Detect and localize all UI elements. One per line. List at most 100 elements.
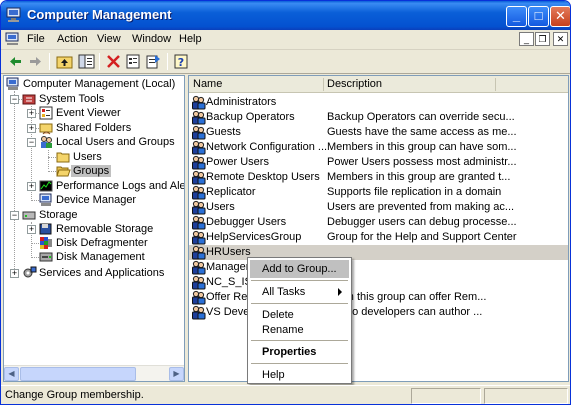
expand-toggle-removable-storage[interactable]: + <box>27 225 36 234</box>
delete-icon[interactable] <box>105 53 122 70</box>
context-menu: Add to Group... All Tasks Delete Rename … <box>247 257 352 384</box>
group-icon <box>192 275 206 290</box>
group-icon <box>192 260 206 275</box>
minus-icon: − <box>11 210 18 220</box>
menu-action[interactable]: Action <box>57 33 88 45</box>
group-description: Guests have the same access as me... <box>327 126 517 138</box>
toolbar: ? <box>1 50 570 74</box>
tree-connector <box>31 200 39 201</box>
group-description: Group for the Help and Support Center <box>327 231 517 243</box>
menu-file[interactable]: File <box>27 33 45 45</box>
system-menu-icon[interactable] <box>5 32 21 47</box>
console-tree-pane[interactable]: Computer Management (Local) − System Too… <box>3 75 185 382</box>
properties-icon[interactable] <box>125 53 142 70</box>
group-icon <box>192 110 206 125</box>
status-panel <box>484 388 568 404</box>
title-bar[interactable]: Computer Management _ □ ✕ <box>1 1 570 30</box>
table-row[interactable]: Replicator Supports file replication in a… <box>189 185 568 200</box>
storage-icon <box>22 211 36 220</box>
table-row[interactable]: Manager <box>189 260 568 275</box>
tree-item-label: Disk Defragmenter <box>56 237 148 249</box>
table-row[interactable]: Debugger Users Debugger users can debug p… <box>189 215 568 230</box>
menu-separator <box>251 340 348 341</box>
close-button[interactable]: ✕ <box>550 6 570 27</box>
mdi-minimize-button[interactable]: _ <box>519 32 534 46</box>
group-icon <box>192 170 206 185</box>
column-separator[interactable] <box>323 78 324 91</box>
disk-management-icon <box>39 252 53 262</box>
table-row[interactable]: HRUsers <box>189 245 568 260</box>
table-row[interactable]: Backup Operators Backup Operators can ove… <box>189 110 568 125</box>
group-icon <box>192 305 206 320</box>
tree-item-label: Removable Storage <box>56 223 154 235</box>
tree-item-label: Shared Folders <box>56 122 132 134</box>
mdi-close-button[interactable]: ✕ <box>553 32 568 46</box>
group-description: Members in this group are granted t... <box>327 171 511 183</box>
group-name: HelpServicesGroup <box>206 231 302 243</box>
table-row[interactable]: Remote Desktop Users Members in this grou… <box>189 170 568 185</box>
group-name: Administrators <box>206 96 277 108</box>
tree-item-label: Event Viewer <box>56 107 121 119</box>
group-name: Offer Re <box>206 291 248 303</box>
expand-toggle-shared-folders[interactable]: + <box>27 124 36 133</box>
group-name: Debugger Users <box>206 216 287 228</box>
scroll-right-button[interactable]: ▶ <box>169 367 184 381</box>
show-hide-tree-icon[interactable] <box>78 53 95 70</box>
defrag-icon <box>40 237 52 249</box>
collapse-toggle-system-tools[interactable]: − <box>10 95 19 104</box>
menu-separator <box>251 363 348 364</box>
group-description: Members in this group can have som... <box>327 141 517 153</box>
table-row[interactable]: Network Configuration ... Members in this… <box>189 140 568 155</box>
up-folder-icon[interactable] <box>56 53 73 70</box>
minimize-icon: _ <box>523 34 529 44</box>
maximize-button[interactable]: □ <box>528 6 549 27</box>
computer-management-icon <box>6 7 21 22</box>
menu-view[interactable]: View <box>97 33 121 45</box>
group-name: HRUsers <box>206 246 251 258</box>
context-menu-help[interactable]: Help <box>250 366 349 384</box>
collapse-toggle-local-users-groups[interactable]: − <box>27 138 36 147</box>
scroll-thumb[interactable] <box>20 367 136 381</box>
tree-horizontal-scrollbar[interactable]: ◀ ▶ <box>4 365 184 381</box>
menu-window[interactable]: Window <box>132 33 171 45</box>
mdi-restore-button[interactable]: ❐ <box>535 32 550 46</box>
forward-arrow-icon[interactable] <box>27 53 44 70</box>
context-menu-add-to-group[interactable]: Add to Group... <box>250 260 349 278</box>
table-row[interactable]: HelpServicesGroup Group for the Help and … <box>189 230 568 245</box>
tree-item-label: Disk Management <box>56 251 145 263</box>
column-header-name[interactable]: Name <box>193 78 222 90</box>
scroll-left-button[interactable]: ◀ <box>4 367 19 381</box>
group-description: Supports file replication in a domain <box>327 186 502 198</box>
table-row[interactable]: Guests Guests have the same access as me.… <box>189 125 568 140</box>
expand-toggle-performance-logs[interactable]: + <box>27 182 36 191</box>
context-menu-rename[interactable]: Rename <box>250 321 349 339</box>
details-list-pane[interactable]: Name Description Administrators Backup Op… <box>188 75 569 382</box>
group-icon <box>192 290 206 305</box>
tree-item-label: Device Manager <box>56 194 137 206</box>
expand-toggle-event-viewer[interactable]: + <box>27 109 36 118</box>
table-row[interactable]: Power Users Power Users possess most admi… <box>189 155 568 170</box>
help-icon[interactable]: ? <box>173 53 190 70</box>
users-groups-icon <box>41 136 52 148</box>
minimize-button[interactable]: _ <box>506 6 527 27</box>
table-row[interactable]: Administrators <box>189 95 568 110</box>
group-name: Manager <box>206 261 250 273</box>
context-menu-all-tasks[interactable]: All Tasks <box>250 283 349 301</box>
table-row[interactable]: VS Devel Studio developers can author ... <box>189 305 568 320</box>
group-name: Replicator <box>206 186 256 198</box>
export-list-icon[interactable] <box>145 53 162 70</box>
column-separator[interactable] <box>495 78 496 91</box>
tree-item-label: Storage <box>39 209 78 221</box>
close-icon: ✕ <box>556 34 565 44</box>
column-header-description[interactable]: Description <box>327 78 382 90</box>
table-row[interactable]: Users Users are prevented from making ac.… <box>189 200 568 215</box>
group-description: Backup Operators can override secu... <box>327 111 515 123</box>
expand-toggle-services-applications[interactable]: + <box>10 269 19 278</box>
menu-help[interactable]: Help <box>179 33 202 45</box>
table-row[interactable]: NC_S_IS <box>189 275 568 290</box>
back-arrow-icon[interactable] <box>7 53 24 70</box>
collapse-toggle-storage[interactable]: − <box>10 211 19 220</box>
table-row[interactable]: Offer Re ers in this group can offer Rem.… <box>189 290 568 305</box>
context-menu-properties[interactable]: Properties <box>250 343 349 361</box>
maximize-icon: □ <box>534 8 543 23</box>
